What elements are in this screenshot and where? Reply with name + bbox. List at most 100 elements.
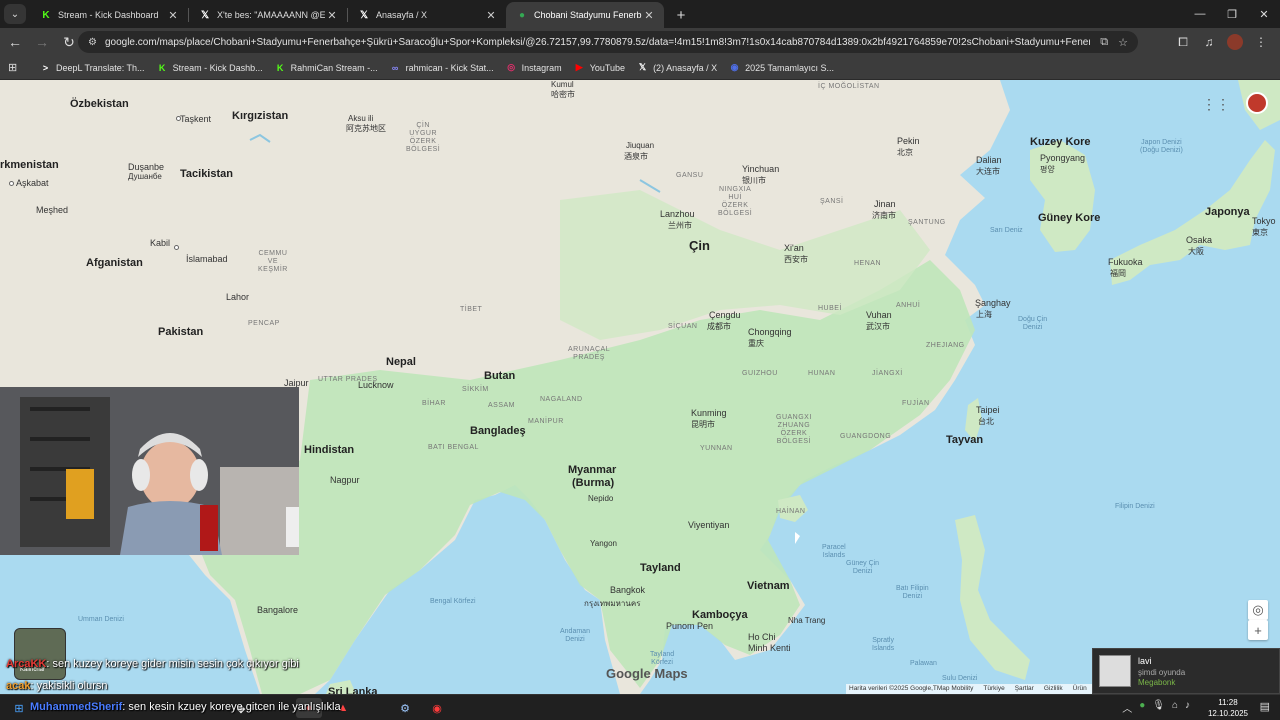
close-tab-icon[interactable]: ✕ xyxy=(484,9,498,22)
bookmark-rahmican-stream[interactable]: K RahmiCan Stream -... xyxy=(275,62,378,73)
apps-grid-icon[interactable]: ⊞ xyxy=(8,61,28,74)
tab-google-maps[interactable]: ● Chobani Stadyumu Fenerbahçe ✕ xyxy=(506,2,664,28)
city-pnom-pen[interactable]: Punom Pen xyxy=(666,621,713,631)
city-yinchuan[interactable]: Yinchuan xyxy=(742,164,779,174)
microphone-icon[interactable]: 🎙 xyxy=(1152,700,1165,715)
bookmark-youtube[interactable]: ▶ YouTube xyxy=(574,62,625,73)
game-activity-notification[interactable]: lavi şimdi oyunda Megabonk xyxy=(1092,648,1280,694)
city-jinan[interactable]: Jinan xyxy=(874,199,896,209)
taskbar-clock[interactable]: 11:28 12.10.2025 xyxy=(1208,697,1248,719)
bookmark-deepl[interactable]: > DeepL Translate: Th... xyxy=(40,62,145,73)
minimize-icon[interactable]: — xyxy=(1184,0,1216,28)
notification-center-icon[interactable]: ▤ xyxy=(1260,700,1270,713)
city-vientiane[interactable]: Viyentiyan xyxy=(688,520,729,530)
attrib-country-link[interactable]: Türkiye xyxy=(983,685,1004,694)
close-tab-icon[interactable]: ✕ xyxy=(642,9,656,22)
bookmark-star-icon[interactable]: ☆ xyxy=(1118,36,1128,49)
url-text[interactable]: google.com/maps/place/Chobani+Stadyumu+F… xyxy=(105,37,1090,48)
close-tab-icon[interactable]: ✕ xyxy=(166,9,180,22)
new-tab-button[interactable]: + xyxy=(670,4,692,26)
city-lahor[interactable]: Lahor xyxy=(226,292,249,302)
bookmark-kick-dashboard[interactable]: K Stream - Kick Dashb... xyxy=(157,62,263,73)
tab-x-home[interactable]: 𝕏 Anasayfa / X ✕ xyxy=(348,2,506,28)
city-jinan-local: 济南市 xyxy=(872,211,896,220)
media-controls-icon[interactable]: ♫ xyxy=(1196,30,1222,54)
volume-icon[interactable]: ♪ xyxy=(1185,700,1190,715)
privacy-link[interactable]: Gizlilik xyxy=(1044,685,1063,694)
city-fukuoka[interactable]: Fukuoka xyxy=(1108,257,1143,267)
city-taipei[interactable]: Taipei xyxy=(976,405,1000,415)
label-guney-kore: Güney Kore xyxy=(1038,212,1101,224)
city-bangalore[interactable]: Bangalore xyxy=(257,605,298,615)
region-uttar: UTTAR PRADEŞ xyxy=(318,376,378,383)
bookmark-instagram[interactable]: ◎ Instagram xyxy=(506,62,561,73)
install-app-icon[interactable]: ⧉ xyxy=(1100,36,1108,49)
obs-icon[interactable]: ◉ xyxy=(424,698,450,718)
city-ho-chi-minh[interactable]: Ho Chi xyxy=(748,632,776,642)
city-aksu[interactable]: Aksu ili xyxy=(348,114,373,123)
product-link[interactable]: Ürün xyxy=(1073,685,1087,694)
tray-expand-icon[interactable]: ︿ xyxy=(1122,700,1132,715)
city-chongqing[interactable]: Chongqing xyxy=(748,327,792,337)
city-vuhan[interactable]: Vuhan xyxy=(866,310,892,320)
bookmark-tamamlayici[interactable]: ◉ 2025 Tamamlayıcı S... xyxy=(729,62,834,73)
zoom-in-button[interactable]: + xyxy=(1248,620,1268,640)
city-dot[interactable] xyxy=(174,245,179,250)
friend-name: lavi xyxy=(1138,656,1152,666)
city-nha-trang[interactable]: Nha Trang xyxy=(788,616,825,625)
city-kabil[interactable]: Kabil xyxy=(150,238,170,248)
network-icon[interactable]: ⌂ xyxy=(1172,700,1178,715)
kick-icon: K xyxy=(158,62,166,73)
close-window-icon[interactable]: ✕ xyxy=(1248,0,1280,28)
city-taskent[interactable]: Taşkent xyxy=(180,114,211,124)
tab-kick-dashboard[interactable]: K Stream - Kick Dashboard ✕ xyxy=(30,2,188,28)
webcam-image xyxy=(0,387,299,555)
city-dalian[interactable]: Dalian xyxy=(976,155,1002,165)
city-askabat[interactable]: Aşkabat xyxy=(16,178,49,188)
profile-avatar[interactable] xyxy=(1227,34,1243,50)
city-tokyo[interactable]: Tokyo xyxy=(1252,216,1276,226)
city-pyongyang[interactable]: Pyongyang xyxy=(1040,153,1085,163)
site-info-icon[interactable]: ⚙ xyxy=(88,37,97,48)
terms-link[interactable]: Şartlar xyxy=(1015,685,1034,694)
extensions-icon[interactable]: ⧠ xyxy=(1170,30,1196,54)
steam-icon[interactable]: ⚙ xyxy=(392,698,418,718)
city-jiuquan[interactable]: Jiuquan xyxy=(626,141,654,150)
city-bangkok[interactable]: Bangkok xyxy=(610,585,645,595)
city-lanzhou[interactable]: Lanzhou xyxy=(660,209,695,219)
city-osaka[interactable]: Osaka xyxy=(1186,235,1212,245)
city-kumul[interactable]: Kumul xyxy=(551,80,574,89)
city-sanghay[interactable]: Şanghay xyxy=(975,298,1011,308)
back-button[interactable]: ← xyxy=(3,30,27,54)
city-nepido[interactable]: Nepido xyxy=(588,494,613,503)
deepl-icon: > xyxy=(42,62,49,73)
region-hainan: HAİNAN xyxy=(776,508,806,515)
tab-x-post[interactable]: 𝕏 X'te bes: "AMAAAANN @Eboni ✕ xyxy=(189,2,347,28)
close-tab-icon[interactable]: ✕ xyxy=(325,9,339,22)
my-location-button[interactable]: ◎ xyxy=(1248,600,1268,620)
city-dusanbe[interactable]: Duşanbe xyxy=(128,162,164,172)
chat-message: MuhammedSherif: sen kesin kzuey koreye g… xyxy=(30,701,341,713)
city-dot[interactable] xyxy=(9,181,14,186)
address-bar[interactable]: ⚙ google.com/maps/place/Chobani+Stadyumu… xyxy=(78,31,1138,53)
region-sikkim: SİKKİM xyxy=(462,386,489,393)
city-kunming[interactable]: Kunming xyxy=(691,408,727,418)
tray-app-icon[interactable]: ● xyxy=(1139,700,1145,715)
start-icon[interactable]: ⊞ xyxy=(6,698,32,718)
tab-search-button[interactable]: ⌄ xyxy=(4,4,26,24)
city-yangon[interactable]: Yangon xyxy=(590,539,617,548)
restore-icon[interactable]: ❐ xyxy=(1216,0,1248,28)
city-meshed[interactable]: Meşhed xyxy=(36,205,68,215)
city-pekin[interactable]: Pekin xyxy=(897,136,920,146)
forward-button[interactable]: → xyxy=(30,30,54,54)
city-islamabad[interactable]: İslamabad xyxy=(186,254,228,264)
label-sri-lanka: Sri Lanka xyxy=(328,686,378,694)
bookmark-x[interactable]: 𝕏 (2) Anasayfa / X xyxy=(637,62,717,73)
menu-icon[interactable]: ⋮ xyxy=(1248,30,1274,54)
google-account-avatar[interactable] xyxy=(1246,92,1268,114)
city-nagpur[interactable]: Nagpur xyxy=(330,475,360,485)
city-cengdu[interactable]: Çengdu xyxy=(709,310,741,320)
google-apps-icon[interactable]: ⋮⋮ xyxy=(1202,96,1230,113)
city-xian[interactable]: Xi'an xyxy=(784,243,804,253)
bookmark-kick-stats[interactable]: ∞ rahmican - Kick Stat... xyxy=(390,62,494,73)
